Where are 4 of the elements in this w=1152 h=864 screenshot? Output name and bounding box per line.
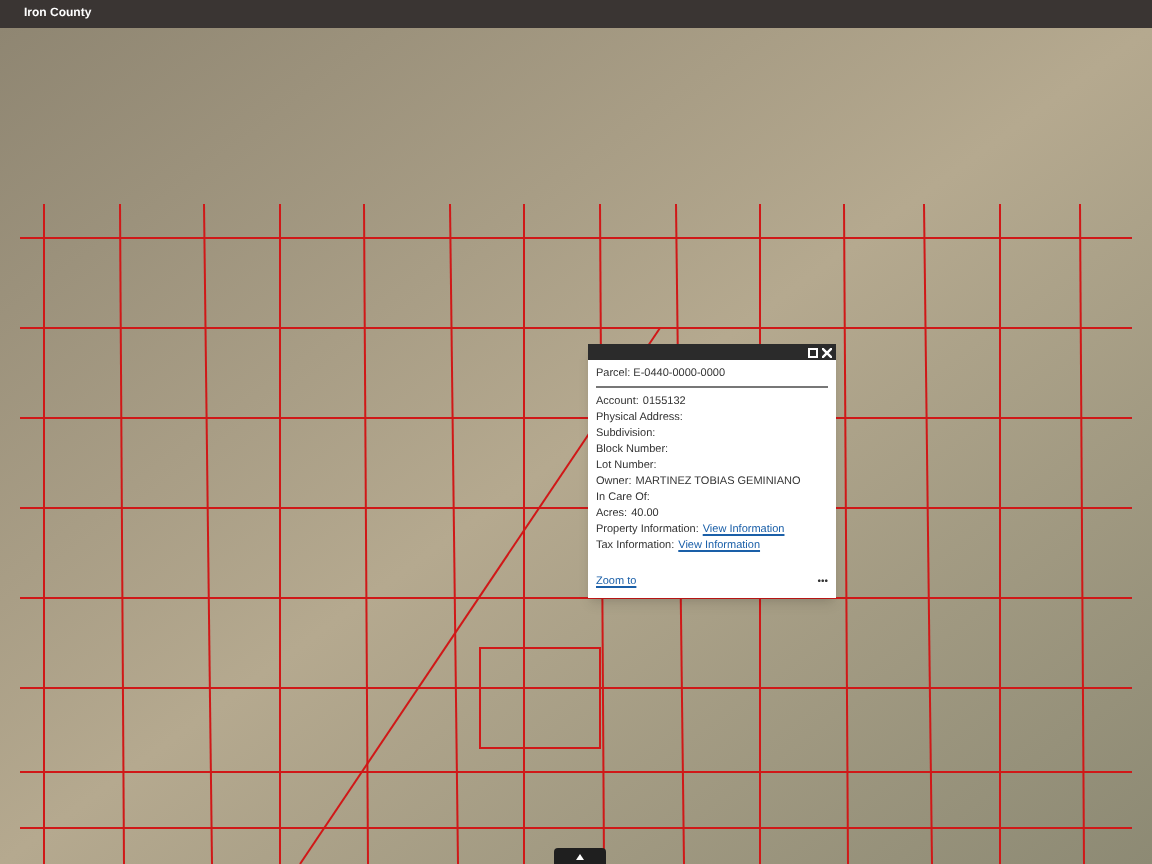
- maximize-icon[interactable]: [808, 347, 818, 357]
- close-icon[interactable]: [822, 347, 832, 357]
- caret-up-icon: [576, 853, 584, 859]
- expand-panel-tab[interactable]: [554, 848, 606, 864]
